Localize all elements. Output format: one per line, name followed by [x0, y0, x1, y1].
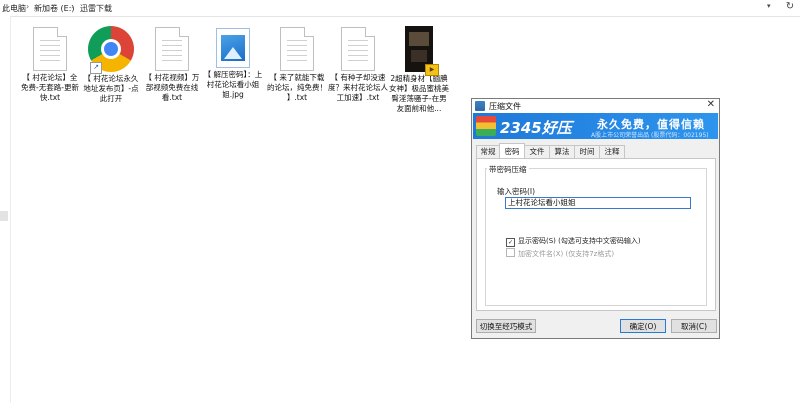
encrypt-filenames-label: 加密文件名(X) (仅支持7z格式)	[518, 250, 615, 258]
text-file-icon	[155, 27, 189, 71]
file-name: 【 有种子却没速度？来村花论坛人工加速】.txt	[328, 73, 388, 102]
tab-password[interactable]: 密码	[499, 143, 525, 159]
file-name: 2超精身材【腼腆女神】极品蜜桃美臀淫荡骚子-在男友面前和他...	[389, 74, 449, 113]
video-thumbnail: ▶	[405, 26, 439, 76]
brand-subtitle: A股上市公司荣誉出品 (股票代码：002195)	[591, 132, 709, 139]
breadcrumb-separator: ›	[26, 2, 30, 11]
image-file-icon	[216, 28, 250, 68]
tab-comment[interactable]: 注释	[599, 145, 625, 158]
checkbox-checked-icon[interactable]: ✓	[506, 238, 515, 247]
encrypt-filenames-checkbox: 加密文件名(X) (仅支持7z格式)	[506, 248, 614, 259]
haozip-logo-icon	[476, 116, 496, 136]
breadcrumb-this-pc[interactable]: 此电脑	[2, 3, 26, 14]
switch-mode-button[interactable]: 切换至经巧模式	[476, 319, 536, 333]
file-item[interactable]: 【 来了就能下载的论坛，纯免费！ 】.txt	[267, 27, 327, 103]
show-password-checkbox[interactable]: ✓ 显示密码(S) (勾选可支持中文密码输入)	[506, 236, 641, 247]
refresh-icon[interactable]: ↻	[783, 1, 797, 14]
player-badge-icon: ▶	[425, 64, 439, 76]
haozip-app-icon	[475, 101, 485, 111]
file-name: 【 来了就能下载的论坛，纯免费！ 】.txt	[267, 73, 327, 102]
tab-files[interactable]: 文件	[524, 145, 550, 158]
file-item[interactable]: 【 村花论坛】全免费-无套路-更新快.txt	[20, 27, 80, 103]
password-group: 输入密码(I) 上村花论坛看小姐姐 ✓ 显示密码(S) (勾选可支持中文密码输入)…	[485, 168, 707, 306]
file-item[interactable]: 【 有种子却没速度？来村花论坛人工加速】.txt	[328, 27, 388, 103]
show-password-label: 显示密码(S) (勾选可支持中文密码输入)	[518, 237, 641, 245]
text-file-icon	[341, 27, 375, 71]
pane-resize-handle[interactable]	[0, 211, 8, 221]
breadcrumb-current-folder[interactable]: 迅雷下载	[80, 3, 112, 14]
file-item[interactable]: 【 解压密码】：上村花论坛看小姐姐.jpg	[203, 28, 263, 100]
file-name: 【 村花论坛永久地址发布页】-点此打开	[83, 74, 139, 103]
breadcrumb-separator: ›	[71, 2, 75, 11]
breadcrumb-volume[interactable]: 新加卷 (E:)	[34, 3, 75, 14]
tab-general[interactable]: 常规	[476, 145, 500, 158]
password-field[interactable]: 上村花论坛看小姐姐	[505, 197, 691, 209]
checkbox-icon	[506, 248, 515, 257]
close-icon[interactable]: ✕	[707, 99, 715, 110]
file-item[interactable]: ↗ 【 村花论坛永久地址发布页】-点此打开	[81, 26, 141, 104]
dialog-title: 压缩文件	[489, 102, 521, 111]
tab-time[interactable]: 时间	[574, 145, 600, 158]
chevron-down-icon[interactable]: ▾	[767, 2, 777, 13]
file-name: 【 村花论坛】全免费-无套路-更新快.txt	[21, 73, 79, 102]
address-bar[interactable]: 此电脑 › 新加卷 (E:) › 迅雷下载 ▾ ↻	[0, 0, 800, 17]
password-panel: 输入密码(I) 上村花论坛看小姐姐 ✓ 显示密码(S) (勾选可支持中文密码输入)…	[476, 158, 716, 311]
cancel-button[interactable]: 取消(C)	[671, 319, 717, 333]
compress-dialog: 压缩文件 ✕ 2345好压 永久免费，值得信赖 A股上市公司荣誉出品 (股票代码…	[471, 98, 720, 339]
tab-algorithm[interactable]: 算法	[549, 145, 575, 158]
dialog-titlebar[interactable]: 压缩文件 ✕	[472, 99, 719, 113]
navigation-pane-edge	[0, 16, 11, 403]
file-name: 【 解压密码】：上村花论坛看小姐姐.jpg	[203, 70, 263, 99]
ok-button[interactable]: 确定(O)	[620, 319, 666, 333]
brand-name: 2345好压	[500, 119, 572, 137]
file-name: 【 村花视频】万部视频免费在线看.txt	[144, 73, 200, 102]
text-file-icon	[33, 27, 67, 71]
brand-banner: 2345好压 永久免费，值得信赖 A股上市公司荣誉出品 (股票代码：002195…	[473, 113, 718, 139]
file-item[interactable]: 【 村花视频】万部视频免费在线看.txt	[142, 27, 202, 103]
group-label: 带密码压缩	[487, 164, 529, 175]
file-item[interactable]: ▶ 2超精身材【腼腆女神】极品蜜桃美臀淫荡骚子-在男友面前和他...	[389, 26, 449, 114]
chrome-icon: ↗	[88, 26, 134, 74]
text-file-icon	[280, 27, 314, 71]
shortcut-arrow-icon: ↗	[90, 62, 102, 74]
password-label: 输入密码(I)	[497, 187, 536, 196]
